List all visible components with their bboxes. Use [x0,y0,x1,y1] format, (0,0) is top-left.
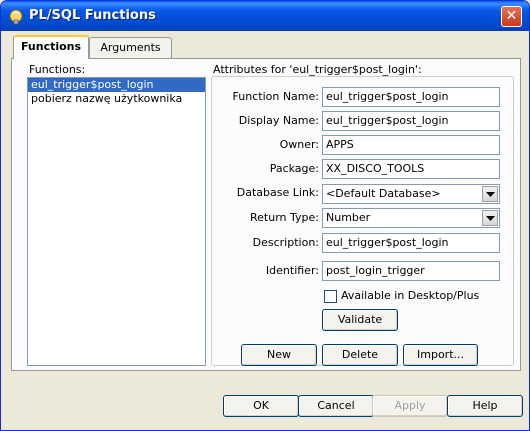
function-name-field[interactable]: eul_trigger$post_login [322,87,500,107]
description-field[interactable]: eul_trigger$post_login [322,233,500,253]
owner-label: Owner: [279,138,319,151]
return-type-value: Number [326,211,371,224]
dialog-window: PL/SQL Functions ✕ Functions Arguments F… [0,0,530,431]
chevron-down-icon[interactable] [482,210,498,226]
package-field[interactable]: XX_DISCO_TOOLS [322,159,500,179]
ok-button[interactable]: OK [223,395,299,417]
new-button[interactable]: New [241,344,317,366]
validate-button[interactable]: Validate [322,309,398,331]
description-label: Description: [252,236,319,249]
return-type-select[interactable]: Number [322,208,500,228]
database-link-select[interactable]: <Default Database> [322,184,500,204]
display-name-label: Display Name: [238,114,319,127]
identifier-field[interactable]: post_login_trigger [322,261,500,281]
database-link-value: <Default Database> [326,187,441,200]
chevron-down-icon[interactable] [482,186,498,202]
database-link-label: Database Link: [236,186,319,199]
display-name-field[interactable]: eul_trigger$post_login [322,111,500,131]
import-button[interactable]: Import... [403,344,478,366]
identifier-label: Identifier: [265,264,319,277]
package-label: Package: [269,162,319,175]
available-desktop-label: Available in Desktop/Plus [341,289,480,302]
return-type-label: Return Type: [250,211,319,224]
cancel-button[interactable]: Cancel [298,395,374,417]
owner-field[interactable]: APPS [322,135,500,155]
help-button[interactable]: Help [447,395,523,417]
apply-button[interactable]: Apply [372,395,448,417]
function-name-label: Function Name: [232,90,319,103]
delete-button[interactable]: Delete [322,344,398,366]
available-desktop-checkbox[interactable] [324,290,337,303]
